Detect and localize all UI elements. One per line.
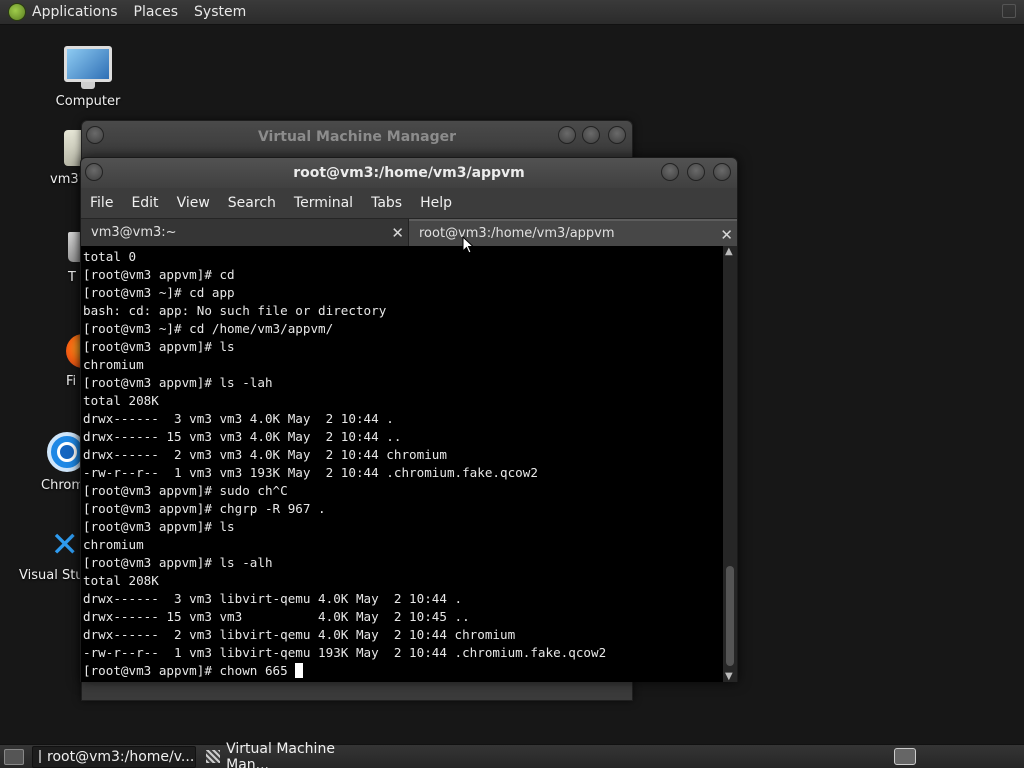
taskbar-item-vmm[interactable]: Virtual Machine Man... [200,741,370,768]
panel-corner-icon[interactable] [1002,4,1016,18]
terminal-line: [root@vm3 appvm]# chgrp -R 967 . [83,501,326,516]
scroll-down-icon[interactable]: ▼ [725,671,733,682]
terminal-line: drwx------ 15 vm3 vm3 4.0K May 2 10:45 .… [83,609,470,624]
text-cursor [295,663,304,678]
terminal-prompt-line[interactable]: [root@vm3 appvm]# chown 665 [83,662,723,680]
taskbar-item-label: Virtual Machine Man... [226,740,335,768]
maximize-icon[interactable] [582,126,600,144]
terminal-line: drwx------ 2 vm3 vm3 4.0K May 2 10:44 ch… [83,447,447,462]
terminal-line: total 208K [83,573,159,588]
tab-vm3-home[interactable]: vm3@vm3:~ ✕ [81,219,409,246]
taskbar-item-label: root@vm3:/home/v... [47,748,195,765]
workspace-switcher-icon[interactable] [894,748,916,765]
applications-menu[interactable]: Applications [32,4,118,20]
terminal-line: drwx------ 2 vm3 libvirt-qemu 4.0K May 2… [83,627,516,642]
desktop-icon-label: Visual Stud [19,568,92,583]
distro-logo-icon[interactable] [8,3,26,21]
terminal-line: [root@vm3 ~]# cd app [83,285,235,300]
terminal-line: [root@vm3 appvm]# ls [83,339,235,354]
terminal-line: chromium [83,357,144,372]
terminal-line: [root@vm3 ~]# cd /home/vm3/appvm/ [83,321,334,336]
mouse-pointer-icon [462,236,474,254]
tab-close-icon[interactable]: ✕ [720,226,733,244]
close-icon[interactable] [608,126,626,144]
terminal-line: drwx------ 15 vm3 vm3 4.0K May 2 10:44 .… [83,429,402,444]
system-menu[interactable]: System [194,4,246,20]
minimize-icon[interactable] [558,126,576,144]
desktop-icon-home[interactable]: vm3's [50,130,90,187]
terminal-titlebar[interactable]: root@vm3:/home/vm3/appvm [81,158,737,188]
terminal-scrollbar[interactable]: ▲ ▼ [723,246,737,682]
vmm-titlebar[interactable]: Virtual Machine Manager [82,121,632,153]
tab-label: vm3@vm3:~ [91,225,177,240]
window-menu-icon[interactable] [85,163,103,181]
terminal-line: total 0 [83,249,137,264]
bottom-panel: root@vm3:/home/v... Virtual Machine Man.… [0,741,1024,768]
close-icon[interactable] [713,163,731,181]
terminal-tabbar: vm3@vm3:~ ✕ root@vm3:/home/vm3/appvm ✕ [81,218,737,246]
terminal-line: [root@vm3 appvm]# ls [83,519,235,534]
window-menu-icon[interactable] [86,126,104,144]
terminal-line: chromium [83,537,144,552]
terminal-line: [root@vm3 appvm]# ls -lah [83,375,273,390]
terminal-input-text: [root@vm3 appvm]# chown 665 [83,663,296,678]
maximize-icon[interactable] [687,163,705,181]
places-menu[interactable]: Places [134,4,179,20]
menu-file[interactable]: File [81,195,122,211]
terminal-menubar: File Edit View Search Terminal Tabs Help [81,188,737,218]
tab-label: root@vm3:/home/vm3/appvm [419,226,615,241]
terminal-line: -rw-r--r-- 1 vm3 libvirt-qemu 193K May 2… [83,645,607,660]
terminal-line: drwx------ 3 vm3 libvirt-qemu 4.0K May 2… [83,591,463,606]
terminal-line: -rw-r--r-- 1 vm3 vm3 193K May 2 10:44 .c… [83,465,538,480]
top-panel: Applications Places System [0,0,1024,25]
terminal-line: [root@vm3 appvm]# sudo ch^C [83,483,288,498]
menu-view[interactable]: View [168,195,219,211]
menu-terminal[interactable]: Terminal [285,195,362,211]
show-desktop-icon[interactable] [4,748,24,765]
tab-close-icon[interactable]: ✕ [391,224,404,242]
menu-search[interactable]: Search [219,195,285,211]
terminal-window[interactable]: root@vm3:/home/vm3/appvm File Edit View … [80,157,738,682]
desktop-icon-label: Chrom [41,478,84,493]
terminal-line: total 208K [83,393,159,408]
vmm-icon [206,750,221,763]
desktop-icon-vscode[interactable]: ✕ Visual Stud [19,525,92,583]
menu-edit[interactable]: Edit [122,195,167,211]
desktop-icon-label: vm3's [50,172,89,187]
scroll-thumb[interactable] [726,566,734,666]
vmm-title: Virtual Machine Manager [257,129,457,145]
terminal-line: drwx------ 3 vm3 vm3 4.0K May 2 10:44 . [83,411,394,426]
taskbar-item-terminal[interactable]: root@vm3:/home/v... [32,745,196,768]
computer-icon [64,46,112,89]
vscode-icon: ✕ [50,525,80,565]
desktop-icon-computer[interactable]: Computer [52,46,124,109]
menu-help[interactable]: Help [411,195,461,211]
desktop-icon-chromium[interactable]: Chrom [41,432,87,493]
desktop-icon-label: Computer [55,94,121,109]
minimize-icon[interactable] [661,163,679,181]
terminal-line: bash: cd: app: No such file or directory [83,303,387,318]
tab-root-appvm[interactable]: root@vm3:/home/vm3/appvm ✕ [409,219,737,246]
terminal-line: [root@vm3 appvm]# ls -alh [83,555,273,570]
terminal-title: root@vm3:/home/vm3/appvm [293,165,525,181]
terminal-icon [39,750,41,763]
menu-tabs[interactable]: Tabs [362,195,411,211]
scroll-up-icon[interactable]: ▲ [725,246,733,257]
terminal-output[interactable]: total 0 [root@vm3 appvm]# cd [root@vm3 ~]#… [81,246,723,682]
terminal-line: [root@vm3 appvm]# cd [83,267,235,282]
